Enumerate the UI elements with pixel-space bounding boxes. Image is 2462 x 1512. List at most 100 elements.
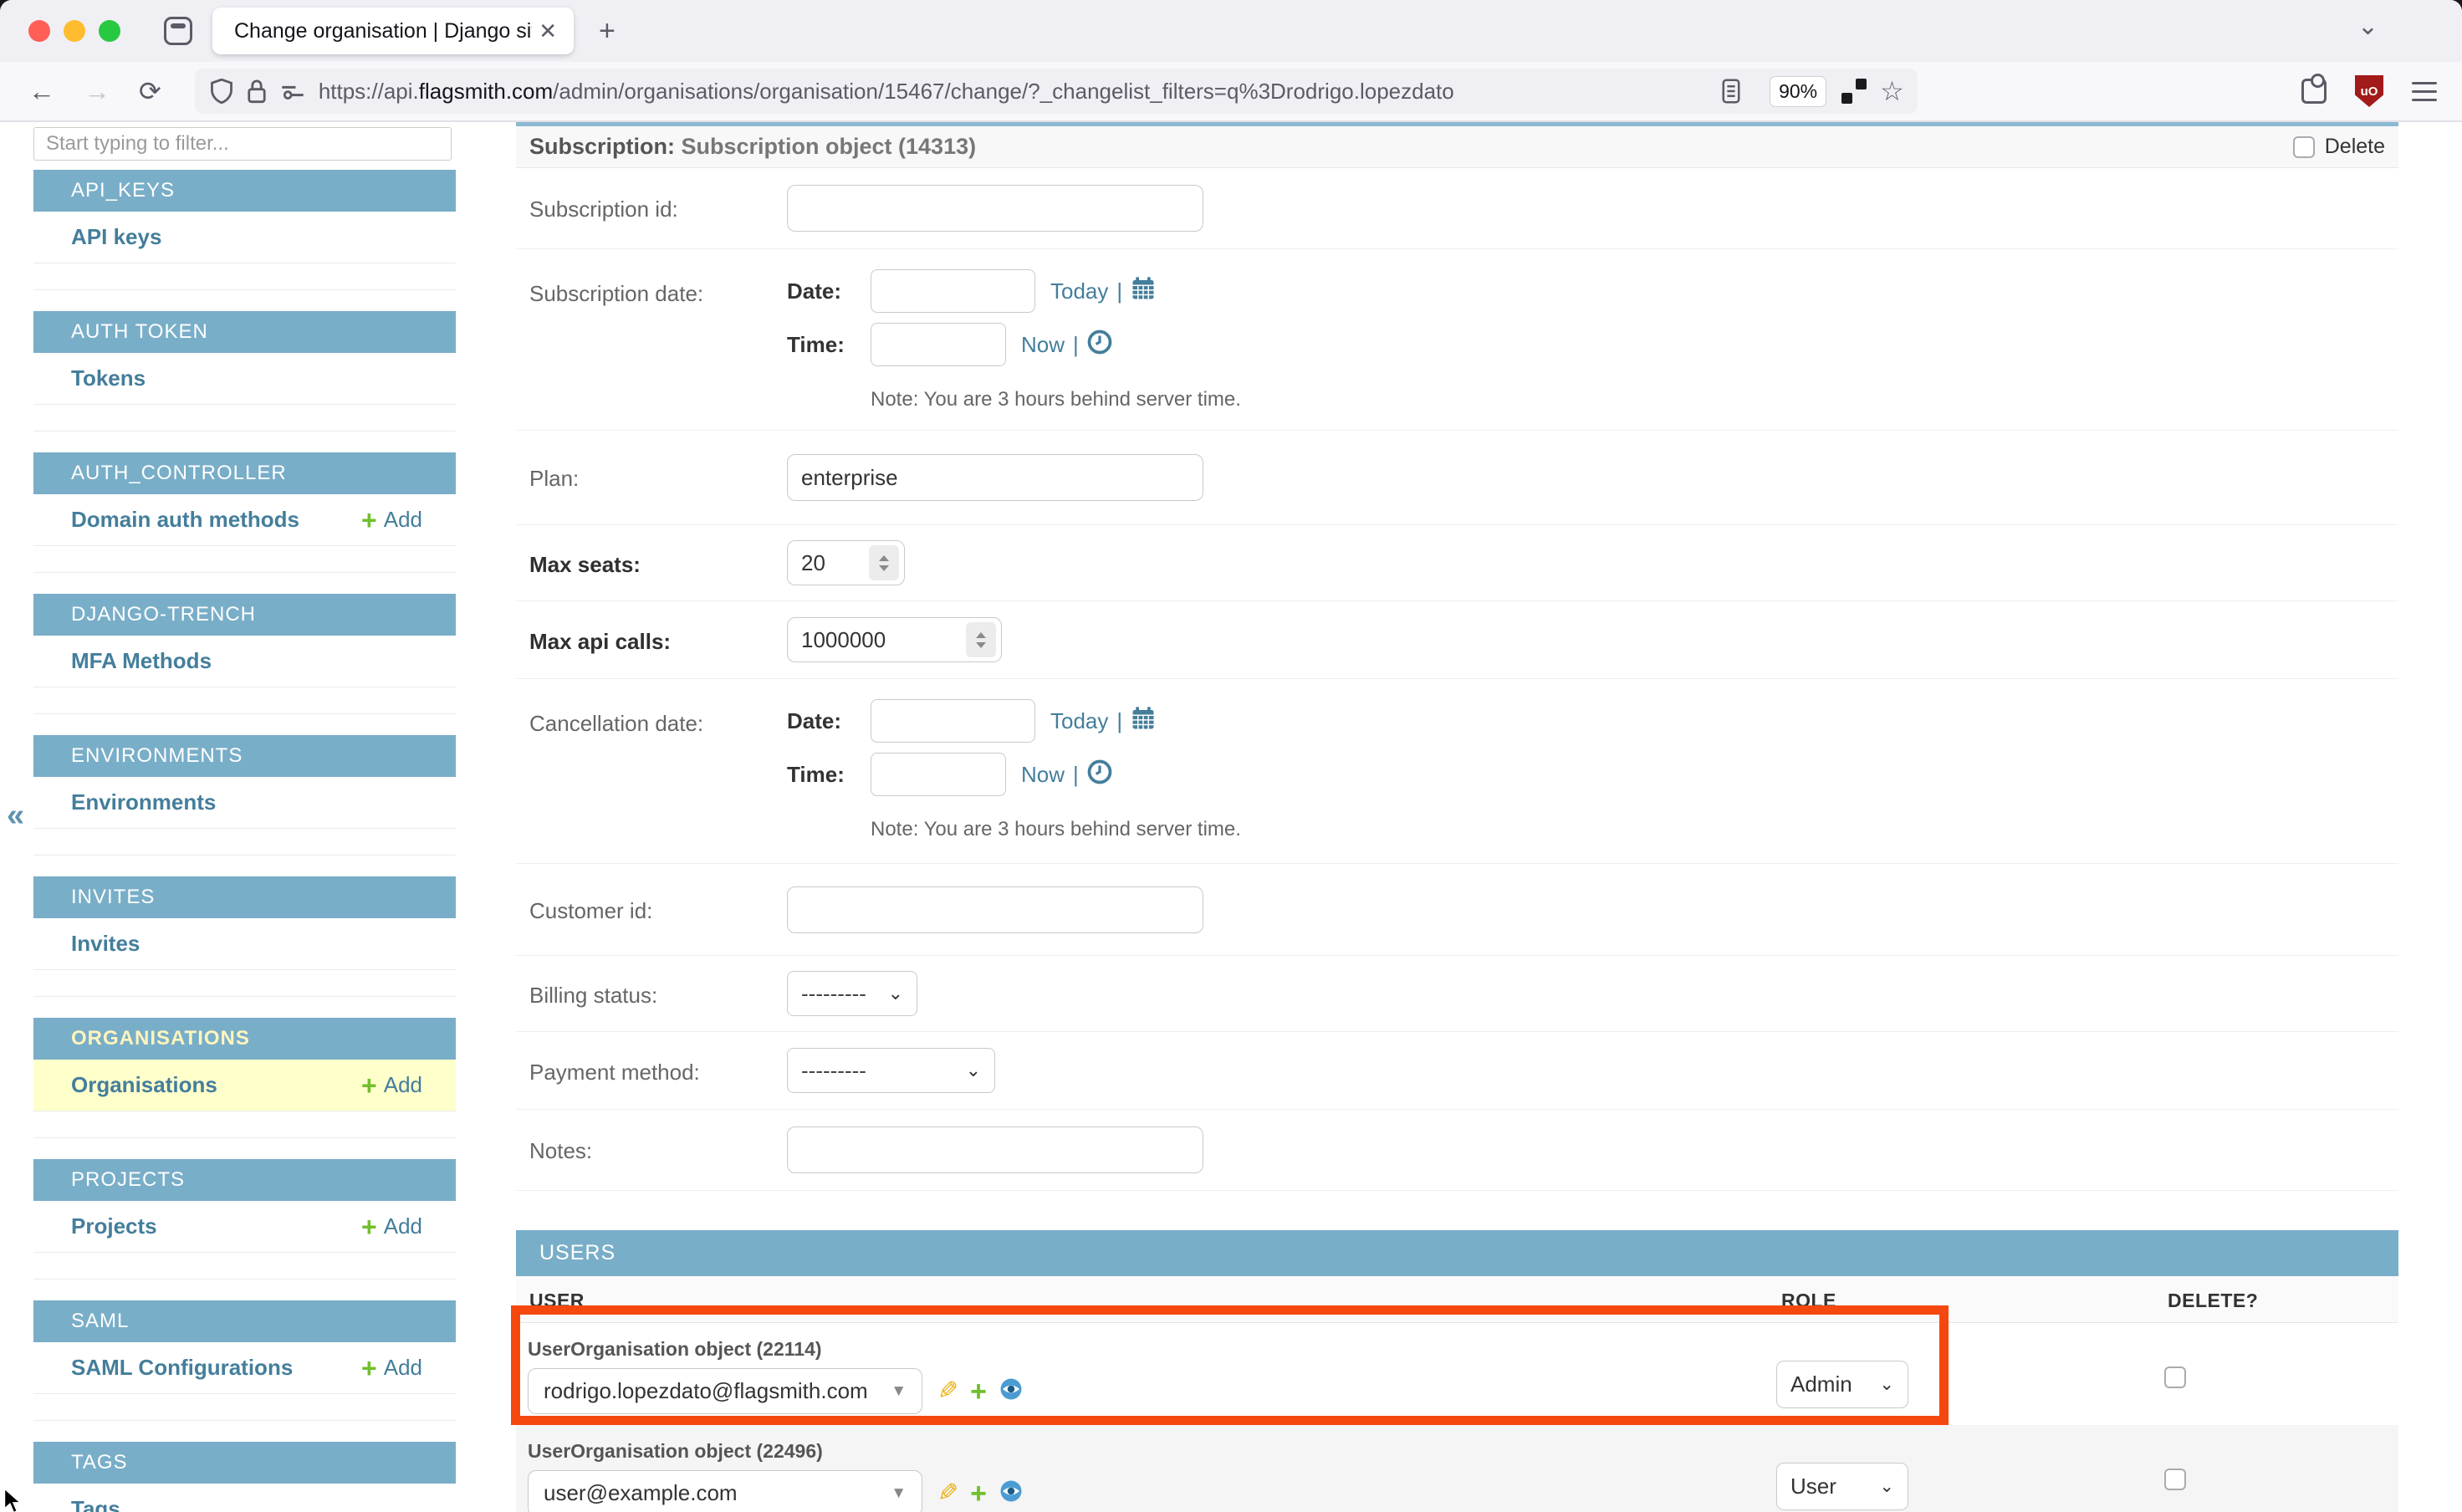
zoom-window-button[interactable] — [99, 20, 120, 42]
notes-input[interactable] — [787, 1126, 1203, 1173]
sidebar-module-auth-controller: AUTH_CONTROLLER Domain auth methods +Add — [33, 452, 456, 573]
payment-method-select[interactable]: --------- ⌄ — [787, 1048, 995, 1093]
add-plus-icon[interactable]: + — [970, 1479, 987, 1508]
subscription-module-header: Subscription: Subscription object (14313… — [516, 122, 2398, 168]
delete-checkbox[interactable] — [2293, 136, 2315, 158]
select-arrow-icon: ▼ — [891, 1484, 907, 1503]
add-plus-icon: + — [361, 507, 377, 534]
view-eye-icon[interactable] — [999, 1479, 1024, 1508]
billing-status-select[interactable]: --------- ⌄ — [787, 971, 917, 1016]
subscription-time-input[interactable] — [871, 323, 1006, 366]
sidebar-item-domain-auth-methods[interactable]: Domain auth methods +Add — [33, 494, 456, 546]
clock-icon[interactable] — [1087, 759, 1112, 790]
reload-button[interactable]: ⟳ — [139, 75, 161, 107]
firefox-view-icon[interactable] — [164, 17, 192, 45]
delete-row-checkbox[interactable] — [2164, 1366, 2186, 1388]
add-plus-icon[interactable]: + — [970, 1377, 987, 1406]
sidebar-module-projects: PROJECTS Projects +Add — [33, 1159, 456, 1280]
nav-sidebar: API_KEYS API keys AUTH TOKEN Tokens AUTH… — [33, 122, 456, 1510]
add-link[interactable]: +Add — [361, 1355, 422, 1382]
chevron-down-icon: ⌄ — [1879, 1476, 1894, 1497]
now-link[interactable]: Now — [1021, 762, 1065, 788]
max-seats-stepper[interactable]: 20 — [787, 540, 905, 585]
add-link[interactable]: +Add — [361, 1072, 422, 1099]
url-path: /admin/organisations/organisation/15467/… — [553, 79, 1454, 104]
sidebar-item-api-keys[interactable]: API keys — [33, 212, 456, 263]
tracking-protection-shield-icon[interactable] — [210, 79, 233, 104]
customer-id-input[interactable] — [787, 886, 1203, 933]
active-tab[interactable]: Change organisation | Django site ad ✕ — [212, 8, 574, 54]
browser-window: Change organisation | Django site ad ✕ +… — [0, 0, 2462, 1512]
user-select[interactable]: rodrigo.lopezdato@flagsmith.com ▼ — [528, 1368, 922, 1414]
column-header-delete: DELETE? — [2168, 1290, 2258, 1312]
sidebar-item-mfa-methods[interactable]: MFA Methods — [33, 636, 456, 687]
lock-icon[interactable] — [247, 79, 267, 104]
today-link[interactable]: Today — [1050, 708, 1108, 734]
new-tab-button[interactable]: + — [599, 15, 616, 48]
clock-icon[interactable] — [1087, 329, 1112, 360]
sidebar-item-projects[interactable]: Projects +Add — [33, 1201, 456, 1253]
zoom-level-badge[interactable]: 90% — [1770, 76, 1826, 107]
sidebar-item-environments[interactable]: Environments — [33, 777, 456, 829]
plan-input[interactable] — [787, 454, 1203, 501]
sidebar-module-api-keys: API_KEYS API keys — [33, 170, 456, 290]
add-link[interactable]: +Add — [361, 1213, 422, 1240]
field-row-payment-method: Payment method: --------- ⌄ — [516, 1032, 2398, 1110]
url-text[interactable]: https://api.flagsmith.com/admin/organisa… — [319, 79, 1721, 105]
list-tabs-chevron-icon[interactable]: ⌄ — [2357, 12, 2378, 41]
sidebar-collapse-column: « — [0, 122, 33, 1510]
back-button[interactable]: ← — [28, 76, 55, 107]
minimize-window-button[interactable] — [64, 20, 85, 42]
add-plus-icon: + — [361, 1213, 377, 1240]
url-bar[interactable]: https://api.flagsmith.com/admin/organisa… — [195, 69, 1918, 114]
sidebar-filter-input[interactable] — [33, 127, 452, 161]
sidebar-item-invites[interactable]: Invites — [33, 918, 456, 970]
reader-mode-icon[interactable] — [1721, 79, 1741, 104]
sidebar-caption: AUTH_CONTROLLER — [33, 452, 456, 494]
sidebar-item-tags[interactable]: Tags — [33, 1484, 456, 1512]
sidebar-item-tokens[interactable]: Tokens — [33, 353, 456, 405]
delete-row-checkbox[interactable] — [2164, 1469, 2186, 1490]
tab-title: Change organisation | Django site ad — [234, 19, 532, 43]
close-window-button[interactable] — [28, 20, 50, 42]
view-eye-icon[interactable] — [999, 1377, 1024, 1406]
role-select[interactable]: Admin ⌄ — [1776, 1361, 1908, 1408]
edit-pencil-icon[interactable]: ✎ — [937, 1479, 958, 1508]
extensions-puzzle-icon[interactable] — [2301, 79, 2327, 104]
permissions-icon[interactable] — [280, 81, 305, 101]
cancellation-date-input[interactable] — [871, 699, 1035, 743]
number-spinner-icon[interactable] — [869, 545, 899, 580]
add-link[interactable]: +Add — [361, 507, 422, 534]
today-link[interactable]: Today — [1050, 278, 1108, 304]
collapse-sidebar-button[interactable]: « — [7, 798, 24, 834]
sidebar-item-organisations[interactable]: Organisations +Add — [33, 1060, 456, 1111]
bookmark-star-icon[interactable]: ☆ — [1880, 75, 1904, 107]
tab-bar: Change organisation | Django site ad ✕ +… — [0, 0, 2462, 62]
calendar-icon[interactable] — [1131, 706, 1156, 737]
forward-button[interactable]: → — [84, 76, 110, 107]
role-select[interactable]: User ⌄ — [1776, 1463, 1908, 1510]
window-controls — [28, 20, 120, 42]
edit-pencil-icon[interactable]: ✎ — [937, 1377, 958, 1406]
add-plus-icon: + — [361, 1355, 377, 1382]
field-row-max-api-calls: Max api calls: 1000000 — [516, 601, 2398, 679]
now-link[interactable]: Now — [1021, 332, 1065, 358]
field-row-notes: Notes: — [516, 1110, 2398, 1191]
cancellation-time-input[interactable] — [871, 753, 1006, 796]
field-row-cancellation-date: Cancellation date: Date: Today| Time: No… — [516, 679, 2398, 864]
subscription-date-input[interactable] — [871, 269, 1035, 313]
max-api-calls-stepper[interactable]: 1000000 — [787, 617, 1002, 662]
sidebar-caption: INVITES — [33, 876, 456, 918]
tab-close-icon[interactable]: ✕ — [539, 18, 557, 44]
user-select[interactable]: user@example.com ▼ — [528, 1470, 922, 1512]
user-row-22114: UserOrganisation object (22114) rodrigo.… — [516, 1323, 2398, 1425]
number-spinner-icon[interactable] — [966, 622, 996, 657]
menu-hamburger-icon[interactable] — [2412, 82, 2437, 101]
subscription-id-input[interactable] — [787, 185, 1203, 232]
ublock-origin-icon[interactable]: uO — [2355, 75, 2383, 107]
page-title: Subscription: Subscription object (14313… — [529, 134, 976, 160]
picture-in-picture-icon[interactable] — [1841, 79, 1867, 104]
sidebar-module-tags: TAGS Tags — [33, 1442, 456, 1512]
calendar-icon[interactable] — [1131, 276, 1156, 307]
sidebar-item-saml-configurations[interactable]: SAML Configurations +Add — [33, 1342, 456, 1394]
